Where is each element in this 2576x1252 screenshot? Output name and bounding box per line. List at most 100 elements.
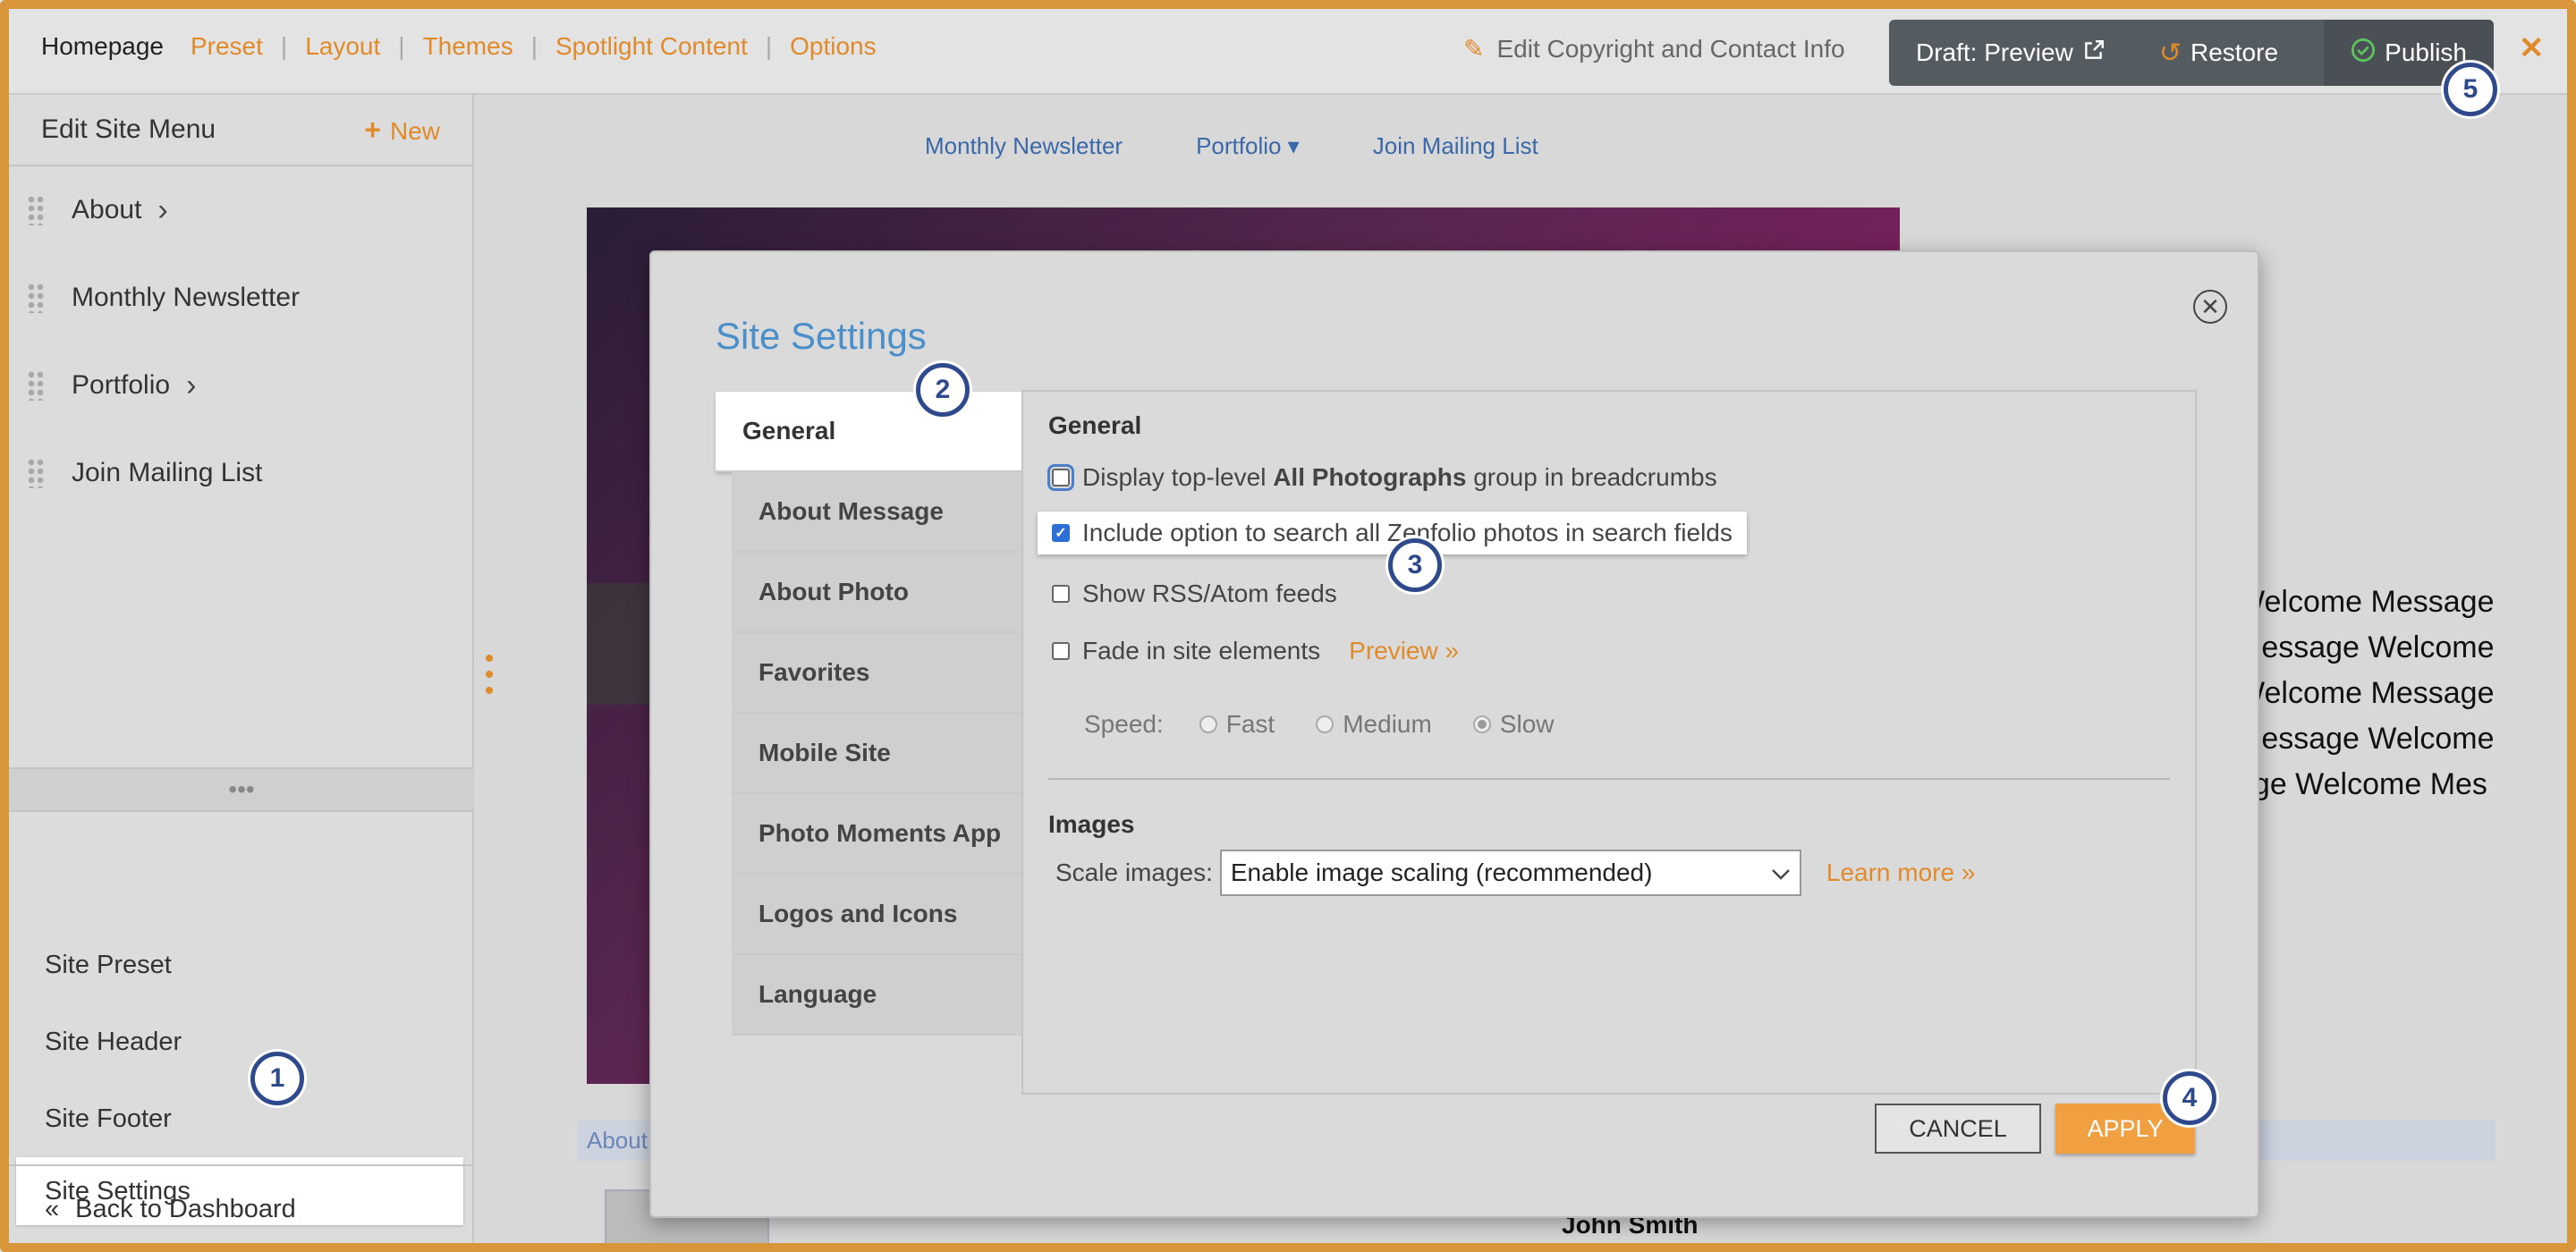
scale-images-select[interactable]: Enable image scaling (recommended) <box>1219 850 1801 896</box>
speed-options: Speed: Fast Medium Slow <box>1084 710 1587 739</box>
step-badge-3: 3 <box>1388 538 1442 592</box>
nav-spotlight-content[interactable]: Spotlight Content <box>555 32 748 61</box>
drag-handle-icon[interactable] <box>27 370 45 401</box>
section-divider <box>1048 778 2170 780</box>
tab-mobile-site[interactable]: Mobile Site <box>732 714 1023 794</box>
nav-separator: | <box>398 32 405 60</box>
breadcrumbs-label-bold: All Photographs <box>1273 463 1467 491</box>
nav-separator: | <box>280 32 288 60</box>
check-circle-icon <box>2351 38 2376 69</box>
nav-preset[interactable]: Preset <box>191 32 263 61</box>
site-settings-dialog: Site Settings ✕ General About Message Ab… <box>649 250 2259 1218</box>
scale-images-value: Enable image scaling (recommended) <box>1230 859 1653 886</box>
drag-handle-icon[interactable] <box>27 458 45 488</box>
speed-slow-radio[interactable] <box>1472 715 1491 733</box>
sidebar-item-label: About <box>72 195 142 224</box>
sidebar-item-site-footer[interactable]: Site Footer <box>9 1080 474 1157</box>
speed-fast-radio[interactable] <box>1199 715 1217 733</box>
edit-copyright-link[interactable]: ✎ Edit Copyright and Contact Info <box>1463 34 1845 63</box>
sidebar-header: Edit Site Menu + New <box>9 95 472 166</box>
draft-preview-label: Draft: Preview <box>1916 38 2073 66</box>
nav-layout[interactable]: Layout <box>305 32 380 61</box>
welcome-line: age Welcome Mes <box>2236 767 2487 801</box>
new-menu-item-button[interactable]: + New <box>364 114 440 147</box>
restore-button[interactable]: ↺ Restore <box>2132 20 2305 86</box>
nav-separator: | <box>530 32 538 60</box>
tab-general[interactable]: General <box>716 392 1023 472</box>
tab-about-message[interactable]: About Message <box>732 472 1023 553</box>
tab-favorites[interactable]: Favorites <box>732 633 1023 714</box>
sidebar-title: Edit Site Menu <box>41 114 216 144</box>
edit-copyright-label: Edit Copyright and Contact Info <box>1496 34 1845 63</box>
tab-language[interactable]: Language <box>732 955 1023 1036</box>
preview-nav-item[interactable]: Join Mailing List <box>1373 132 1538 160</box>
scale-images-row: Scale images: Enable image scaling (reco… <box>1055 850 1975 896</box>
speed-label: Speed: <box>1084 710 1164 738</box>
chevron-right-icon[interactable]: › <box>186 368 196 403</box>
speed-slow-label: Slow <box>1499 710 1555 738</box>
action-bar: Draft: Preview ↺ Restore Publish <box>1889 20 2494 86</box>
scale-images-label: Scale images: <box>1055 859 1213 886</box>
rss-option[interactable]: Show RSS/Atom feeds <box>1052 579 1337 608</box>
sidebar-item-monthly-newsletter[interactable]: Monthly Newsletter <box>9 254 472 342</box>
rss-label: Show RSS/Atom feeds <box>1082 579 1337 607</box>
welcome-line: Welcome Message <box>2236 676 2495 710</box>
restore-icon: ↺ <box>2158 38 2182 68</box>
welcome-line: Message Welcome <box>2236 630 2495 664</box>
tab-logos-and-icons[interactable]: Logos and Icons <box>732 875 1023 955</box>
top-bar: Homepage Preset | Layout | Themes | Spot… <box>0 0 2576 95</box>
general-settings-panel: General Display top-level All Photograph… <box>1021 390 2197 1095</box>
tab-photo-moments-app[interactable]: Photo Moments App <box>732 794 1023 875</box>
sidebar-item-site-header[interactable]: Site Header <box>9 1003 474 1080</box>
fade-label: Fade in site elements <box>1082 637 1321 664</box>
fade-option[interactable]: Fade in site elements Preview » <box>1052 637 1459 665</box>
sidebar-item-label: Portfolio <box>72 370 171 400</box>
tab-about-photo[interactable]: About Photo <box>732 553 1023 633</box>
drag-handle-icon[interactable] <box>27 195 45 225</box>
drag-handle-icon[interactable] <box>27 283 45 313</box>
nav-options[interactable]: Options <box>790 32 877 61</box>
preview-link[interactable]: Preview » <box>1349 637 1459 665</box>
close-editor-icon[interactable]: ✕ <box>2519 30 2545 66</box>
images-heading: Images <box>1048 810 1135 838</box>
dialog-title: Site Settings <box>716 315 927 357</box>
breadcrumbs-option[interactable]: Display top-level All Photographs group … <box>1047 463 1717 492</box>
speed-medium-radio[interactable] <box>1316 715 1335 733</box>
breadcrumbs-label-pre: Display top-level <box>1082 463 1274 491</box>
rss-checkbox[interactable] <box>1052 585 1070 603</box>
fade-checkbox[interactable] <box>1052 642 1070 660</box>
sidebar-item-about[interactable]: About › <box>9 166 472 254</box>
breadcrumbs-checkbox[interactable] <box>1047 464 1074 491</box>
draft-preview-button[interactable]: Draft: Preview <box>1889 20 2132 86</box>
close-icon[interactable]: ✕ <box>2193 290 2227 324</box>
chevron-down-icon <box>1771 859 1791 887</box>
sidebar-item-portfolio[interactable]: Portfolio › <box>9 342 472 429</box>
cancel-button[interactable]: CANCEL <box>1875 1104 2041 1154</box>
site-preview-nav: Monthly Newsletter Portfolio ▾ Join Mail… <box>925 132 1538 160</box>
sidebar-item-site-preset[interactable]: Site Preset <box>9 926 474 1003</box>
new-label: New <box>389 116 440 145</box>
restore-label: Restore <box>2190 38 2279 66</box>
chevron-right-icon[interactable]: › <box>157 193 167 228</box>
nav-themes[interactable]: Themes <box>423 32 513 61</box>
step-badge-1: 1 <box>250 1052 304 1105</box>
settings-tabs: General About Message About Photo Favori… <box>716 392 1023 1036</box>
step-badge-4: 4 <box>2163 1071 2216 1125</box>
back-to-dashboard-link[interactable]: « Back to Dashboard <box>9 1164 474 1252</box>
learn-more-link[interactable]: Learn more » <box>1826 859 1976 887</box>
pencil-icon: ✎ <box>1463 35 1485 63</box>
preview-nav-item[interactable]: Portfolio ▾ <box>1196 132 1300 160</box>
sidebar-splitter[interactable]: ••• <box>9 767 474 812</box>
nav-homepage[interactable]: Homepage <box>41 32 164 61</box>
panel-resize-handle[interactable]: • • • <box>483 646 496 705</box>
search-checkbox[interactable]: ✓ <box>1052 524 1070 542</box>
speed-medium-label: Medium <box>1343 710 1432 738</box>
welcome-line: Welcome Message <box>2236 585 2495 619</box>
preview-nav-item[interactable]: Monthly Newsletter <box>925 132 1123 160</box>
sidebar-item-label: Join Mailing List <box>72 458 263 487</box>
nav-separator: | <box>765 32 773 60</box>
publish-label: Publish <box>2385 38 2467 66</box>
search-option[interactable]: ✓ Include option to search all Zenfolio … <box>1038 512 1747 554</box>
sidebar-item-join-mailing-list[interactable]: Join Mailing List <box>9 429 472 517</box>
step-badge-2: 2 <box>916 363 970 417</box>
